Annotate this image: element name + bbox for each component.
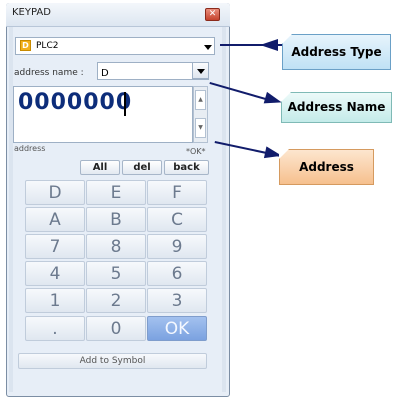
key-7[interactable]: 7 — [25, 234, 85, 259]
delete-button[interactable]: del — [122, 160, 162, 175]
arrowhead-icon — [260, 39, 278, 51]
key-4[interactable]: 4 — [25, 261, 85, 286]
key-9[interactable]: 9 — [147, 234, 207, 259]
ok-button[interactable]: OK — [147, 316, 207, 341]
window-left-border — [9, 27, 13, 392]
key-f[interactable]: F — [147, 180, 207, 205]
address-label: address — [14, 144, 46, 153]
key-8[interactable]: 8 — [86, 234, 146, 259]
close-button[interactable]: ✕ — [205, 8, 220, 21]
key-3[interactable]: 3 — [147, 288, 207, 313]
chevron-down-icon — [204, 45, 212, 50]
device-type-badge: D — [20, 40, 31, 51]
display-value: 0000000 — [18, 90, 133, 115]
callout-fold — [282, 34, 292, 44]
address-callout: Address — [279, 149, 374, 185]
key-e[interactable]: E — [86, 180, 146, 205]
address-type-callout: Address Type — [282, 34, 391, 70]
address-status: *OK* — [186, 147, 206, 156]
close-icon: ✕ — [208, 9, 217, 19]
all-button[interactable]: All — [80, 160, 120, 175]
key-decimal[interactable]: . — [25, 316, 85, 341]
address-name-value: D — [101, 68, 109, 79]
callout-fold — [279, 149, 289, 159]
text-caret — [124, 92, 126, 116]
callout-fold — [281, 92, 291, 102]
key-2[interactable]: 2 — [86, 288, 146, 313]
add-to-symbol-button[interactable]: Add to Symbol — [18, 353, 207, 369]
key-5[interactable]: 5 — [86, 261, 146, 286]
chevron-down-icon — [197, 69, 205, 74]
key-6[interactable]: 6 — [147, 261, 207, 286]
key-a[interactable]: A — [25, 207, 85, 232]
window-title: KEYPAD — [12, 7, 51, 18]
back-button[interactable]: back — [164, 160, 209, 175]
address-type-value: PLC2 — [36, 41, 59, 51]
address-name-label: address name : — [14, 68, 84, 78]
key-d[interactable]: D — [25, 180, 85, 205]
key-c[interactable]: C — [147, 207, 207, 232]
key-0[interactable]: 0 — [86, 316, 146, 341]
scroll-down-button[interactable]: ▼ — [195, 118, 206, 138]
window-right-border — [222, 27, 226, 392]
key-1[interactable]: 1 — [25, 288, 85, 313]
key-b[interactable]: B — [86, 207, 146, 232]
scroll-up-button[interactable]: ▲ — [195, 90, 206, 110]
address-name-callout: Address Name — [281, 92, 392, 123]
